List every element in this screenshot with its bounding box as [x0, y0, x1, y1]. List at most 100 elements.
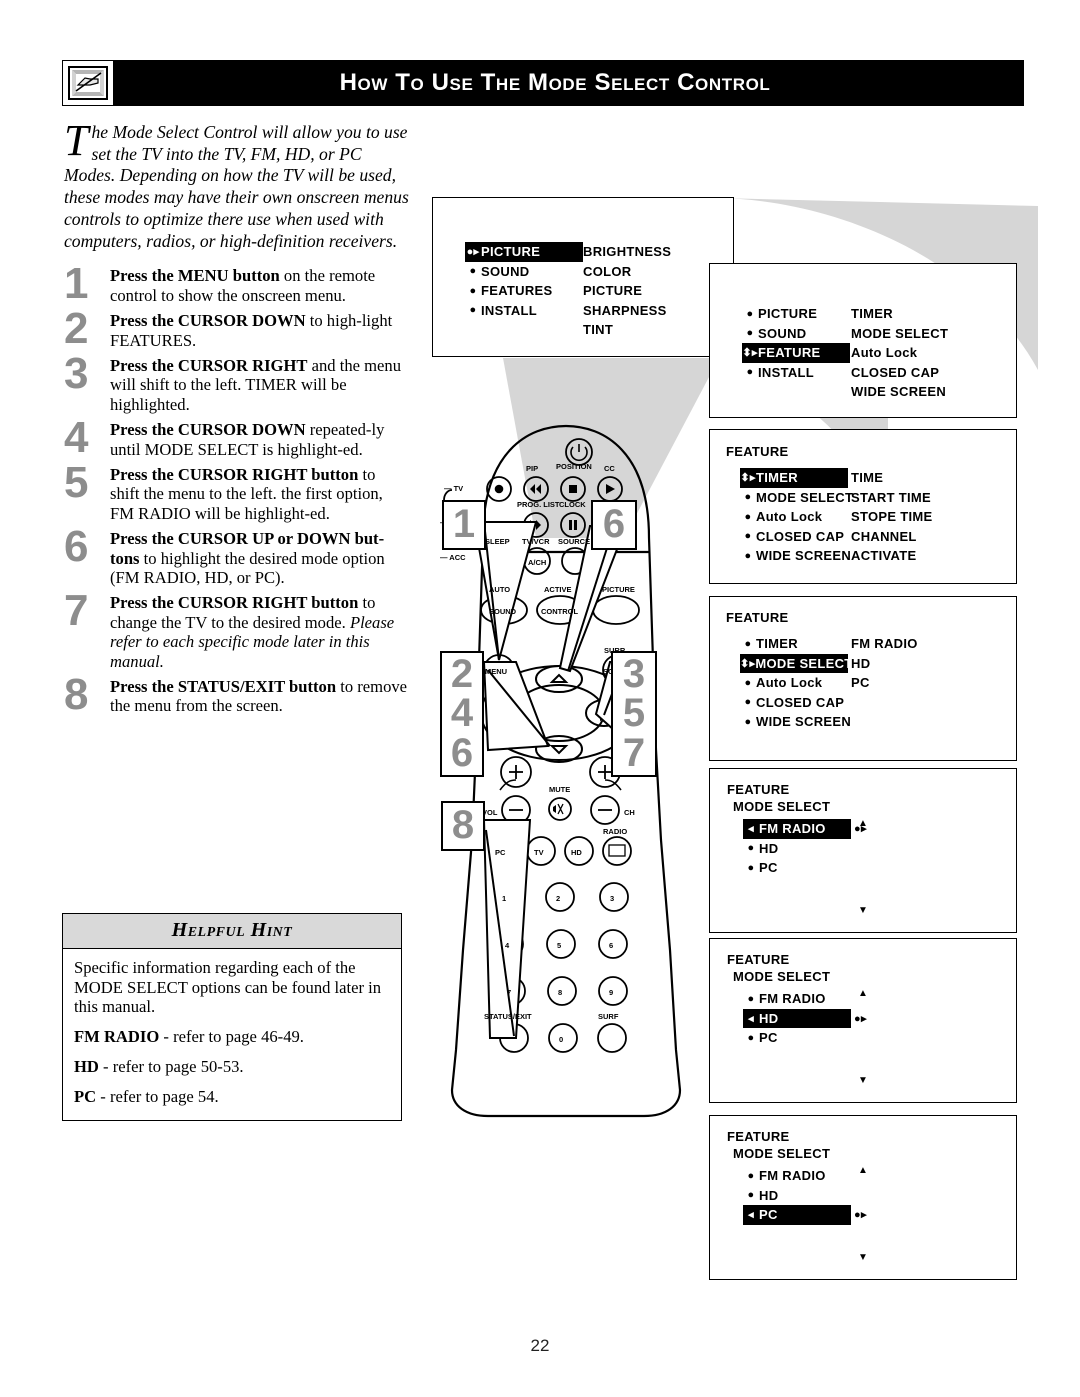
svg-text:— ACC: — ACC: [440, 553, 466, 562]
bullet-icon: ●: [747, 861, 755, 874]
svg-text:PICTURE: PICTURE: [602, 585, 635, 594]
osd-panel4-sub-item: PC: [851, 675, 870, 691]
osd-panel2-menu-label: SOUND: [758, 325, 807, 341]
remote-volume-channel: [499, 756, 622, 825]
osd-panel3-menu-label: MODE SELECT: [756, 489, 854, 505]
osd-panel6-option[interactable]: ◂ HD: [743, 1008, 851, 1028]
svg-text:0: 0: [559, 1035, 563, 1044]
osd-panel6-option[interactable]: ● PC: [743, 1028, 851, 1048]
osd-panel1-sub-item: PICTURE: [583, 283, 643, 299]
svg-text:PROG. LIST: PROG. LIST: [517, 500, 560, 509]
osd-panel3-menu-label: Auto Lock: [756, 509, 823, 525]
osd-panel2-right-column: TIMER MODE SELECT Auto Lock CLOSED CAP WIDE …: [851, 304, 948, 402]
callout-steps-3-5-7: 3 5 7: [611, 651, 657, 777]
svg-text:SOUND: SOUND: [489, 607, 517, 616]
svg-text:4: 4: [505, 941, 510, 950]
osd-panel6-option-label: FM RADIO: [759, 991, 826, 1007]
osd-panel4-menu-label: MODE SELECT: [755, 655, 853, 671]
osd-panel2-menu-row[interactable]: ● PICTURE: [742, 304, 850, 324]
osd-panel2-menu-row[interactable]: ⬍▸ FEATURE: [742, 343, 850, 363]
step-text-bold: Press the CURSOR DOWN: [110, 420, 306, 440]
step-text-bold: Press the CURSOR RIGHT: [110, 355, 308, 375]
callout-2-number: 2: [450, 652, 474, 697]
hint-hd-ref: - refer to page 50-53.: [98, 1056, 244, 1076]
steps-list: 1 Press the MENU button on the remote con…: [64, 262, 409, 717]
bullet-icon: ●: [747, 1189, 755, 1202]
svg-text:9: 9: [609, 988, 613, 997]
callout-6b-number: 6: [450, 730, 474, 775]
osd-panel7-option[interactable]: ● FM RADIO: [743, 1166, 851, 1186]
osd-panel2-menu-row[interactable]: ● INSTALL: [742, 363, 850, 383]
osd-panel1-menu-label: INSTALL: [481, 302, 538, 318]
osd-panel7-option[interactable]: ● HD: [743, 1186, 851, 1206]
osd-panel4-menu-row[interactable]: ● WIDE SCREEN: [740, 712, 851, 732]
osd-panel3-menu-row[interactable]: ⬍▸ TIMER: [740, 468, 848, 488]
cursor-marker-icon: ⬍▸: [740, 472, 756, 485]
svg-text:SOURCE: SOURCE: [558, 537, 590, 546]
osd-panel2-menu-label: FEATURE: [758, 345, 821, 361]
osd-panel3-menu-row[interactable]: ● Auto Lock: [740, 507, 853, 527]
osd-panel4-menu-label: CLOSED CAP: [756, 694, 845, 710]
osd-panel1-menu-row[interactable]: ● INSTALL: [465, 301, 583, 321]
svg-text:MUTE: MUTE: [549, 785, 570, 794]
osd-panel5-title: FEATURE: [727, 782, 790, 797]
step-number: 5: [64, 457, 89, 507]
osd-panel2-menu-row[interactable]: ● SOUND: [742, 324, 850, 344]
osd-panel4-menu-row[interactable]: ● TIMER: [740, 634, 851, 654]
osd-panel6-cursor-right-icon: ●▸: [854, 1012, 867, 1025]
osd-panel6-option-label: HD: [759, 1010, 779, 1026]
osd-panel5-option[interactable]: ● HD: [743, 839, 851, 859]
osd-panel3-menu-label: TIMER: [756, 470, 798, 486]
bullet-icon: ●: [747, 1031, 755, 1044]
step-item: 5 Press the CURSOR RIGHT button to shift …: [64, 460, 409, 523]
osd-panel4-left-column: ● TIMER ⬍▸ MODE SELECT ● Auto Lock ● CLOSED CAP…: [740, 634, 852, 732]
osd-panel4-menu-row[interactable]: ⬍▸ MODE SELECT: [740, 653, 852, 673]
osd-panel5-scroll-down-icon: ▼: [858, 905, 869, 916]
osd-panel-main-menu: ●▸ PICTURE ● SOUND ● FEATURES ● INSTALL BRIGHTN…: [432, 197, 734, 357]
step-text-rest: to highlight the desired mode option (FM…: [110, 548, 385, 587]
svg-text:STATUS/EXIT: STATUS/EXIT: [484, 1012, 532, 1021]
bullet-icon: ●: [746, 366, 754, 379]
osd-panel4-menu-row[interactable]: ● Auto Lock: [740, 673, 851, 693]
step-number: 3: [64, 348, 89, 398]
hint-hd-label: HD: [74, 1056, 99, 1076]
osd-panel1-menu-row[interactable]: ● SOUND: [465, 262, 583, 282]
hint-fm-radio-label: FM RADIO: [74, 1027, 160, 1047]
osd-panel3-right-column: TIME START TIME STOPE TIME CHANNEL ACTIVATE: [851, 468, 933, 566]
bullet-icon: ●: [747, 992, 755, 1005]
osd-panel6-option[interactable]: ● FM RADIO: [743, 989, 851, 1009]
osd-panel4-sub-item: HD: [851, 655, 871, 671]
osd-panel2-menu-label: INSTALL: [758, 364, 815, 380]
osd-panel3-menu-row[interactable]: ● WIDE SCREEN: [740, 546, 853, 566]
callout-4-number: 4: [450, 691, 474, 736]
svg-text:PC: PC: [495, 848, 506, 857]
svg-text:A/CH: A/CH: [528, 558, 546, 567]
osd-panel5-option[interactable]: ● PC: [743, 858, 851, 878]
osd-panel1-menu-label: PICTURE: [481, 244, 541, 260]
page-header: How to Use the Mode Select Control: [62, 60, 1024, 106]
step-number: 6: [64, 522, 89, 572]
step-text: Press the CURSOR DOWN repeated-ly until …: [110, 420, 409, 459]
helpful-hint-box: Helpful Hint Specific information regard…: [62, 913, 402, 1122]
bullet-icon: ●: [744, 637, 752, 650]
osd-panel-mode-select-selected: FEATURE ● TIMER ⬍▸ MODE SELECT ● Auto Lock ● CL…: [709, 596, 1017, 761]
osd-panel3-menu-row[interactable]: ● CLOSED CAP: [740, 527, 853, 547]
step-text: Press the CURSOR RIGHT and the menu will…: [110, 356, 409, 414]
callout-leader-lines: [476, 521, 640, 1039]
osd-panel4-menu-row[interactable]: ● CLOSED CAP: [740, 693, 851, 713]
cursor-marker-icon: ⬍▸: [740, 657, 756, 670]
osd-panel3-sub-item: TIME: [851, 470, 884, 486]
osd-panel3-menu-row[interactable]: ● MODE SELECT: [740, 488, 853, 508]
svg-text:1: 1: [502, 894, 506, 903]
osd-panel7-option[interactable]: ◂ PC: [743, 1205, 851, 1225]
osd-panel-hd-highlighted: FEATURE MODE SELECT ● FM RADIO ◂ HD ● PC ▲ ▼ …: [709, 938, 1017, 1103]
osd-panel5-option[interactable]: ◂ FM RADIO: [743, 819, 851, 839]
osd-panel1-menu-label: FEATURES: [481, 283, 553, 299]
callout-3-number: 3: [622, 652, 646, 697]
osd-panel1-menu-row[interactable]: ●▸ PICTURE: [465, 242, 583, 262]
osd-panel1-menu-row[interactable]: ● FEATURES: [465, 281, 583, 301]
osd-panel4-sub-item: FM RADIO: [851, 636, 918, 652]
osd-panel6-title: FEATURE: [727, 952, 790, 967]
osd-panel7-options: ● FM RADIO ● HD ◂ PC: [743, 1166, 851, 1225]
helpful-hint-heading: Helpful Hint: [63, 914, 401, 949]
